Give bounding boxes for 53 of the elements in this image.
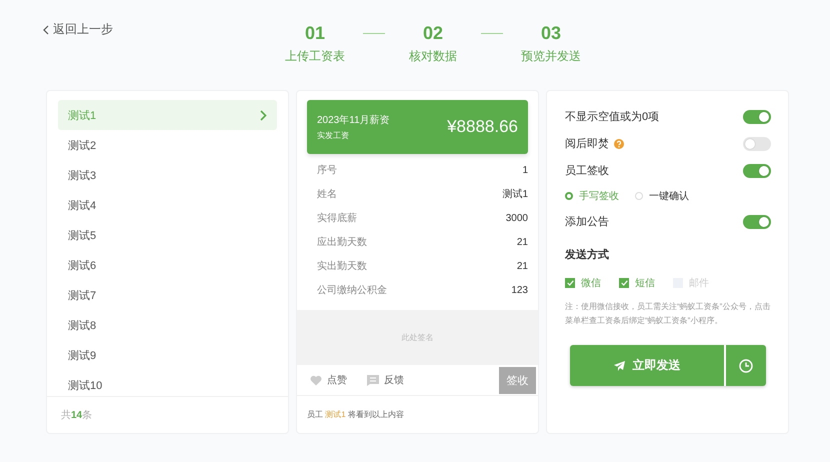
option-label: 不显示空值或为0项 [565, 110, 660, 124]
amount-label: 实发工资 [317, 130, 350, 141]
section-title: 发送方式 [565, 248, 610, 263]
toggle-switch[interactable] [743, 164, 771, 178]
back-link[interactable]: 返回上一步 [43, 21, 113, 38]
salary-period: 2023年11月薪资 [317, 114, 390, 127]
step-label: 核对数据 [409, 48, 457, 65]
field-value: 3000 [506, 212, 528, 224]
like-button[interactable]: 点赞 [310, 373, 347, 387]
step-number: 03 [540, 22, 562, 44]
employee-item[interactable]: 测试10 [58, 370, 277, 396]
field-value: 21 [516, 236, 528, 248]
schedule-button[interactable] [724, 345, 766, 386]
step-number: 02 [422, 22, 444, 44]
field-label: 实出勤天数 [317, 260, 367, 273]
field-label: 公司缴纳公积金 [317, 284, 387, 297]
step-label: 上传工资表 [285, 48, 345, 65]
visibility-note: 员工 测试1 将看到以上内容 [307, 409, 404, 420]
paper-plane-icon [614, 360, 624, 370]
employee-item[interactable]: 测试7 [58, 280, 277, 310]
option-label: 员工签收 [565, 164, 609, 178]
option-label: 阅后即焚 [565, 136, 609, 151]
chevron-left-icon [43, 24, 49, 34]
field-label: 实得底薪 [317, 212, 357, 225]
field-label: 应出勤天数 [317, 236, 367, 249]
employee-item[interactable]: 测试6 [58, 250, 277, 280]
field-value: 123 [511, 284, 528, 296]
step-number: 01 [304, 22, 326, 44]
feedback-button[interactable]: 反馈 [367, 373, 404, 387]
salary-amount: ¥8888.66 [447, 117, 518, 137]
employee-item[interactable]: 测试5 [58, 220, 277, 250]
heart-icon [310, 374, 322, 386]
toggle-switch[interactable] [743, 214, 771, 228]
radio-option[interactable]: 一键确认 [635, 189, 689, 203]
step-label: 预览并发送 [521, 48, 581, 65]
option-label: 添加公告 [565, 214, 609, 229]
field-label: 序号 [317, 164, 337, 177]
clock-icon [739, 358, 753, 372]
total-count: 共14条 [61, 408, 92, 422]
employee-item[interactable]: 测试2 [58, 130, 277, 160]
comment-icon [367, 374, 379, 386]
employee-item[interactable]: 测试3 [58, 160, 277, 190]
employee-item[interactable]: 测试4 [58, 190, 277, 220]
field-value: 1 [522, 164, 528, 176]
employee-item[interactable]: 测试9 [58, 340, 277, 370]
field-value: 测试1 [502, 188, 528, 201]
toggle-switch[interactable] [743, 110, 771, 124]
chevron-right-icon [260, 110, 267, 120]
toggle-switch[interactable] [743, 136, 771, 150]
field-value: 21 [516, 260, 528, 272]
employee-item[interactable]: 测试8 [58, 310, 277, 340]
field-label: 姓名 [317, 188, 337, 201]
note-text: 注：使用微信接收，员工需关注“蚂蚁工资条”公众号，点击菜单栏查工资条后绑定“蚂蚁工资条”小程序。 [565, 301, 771, 327]
